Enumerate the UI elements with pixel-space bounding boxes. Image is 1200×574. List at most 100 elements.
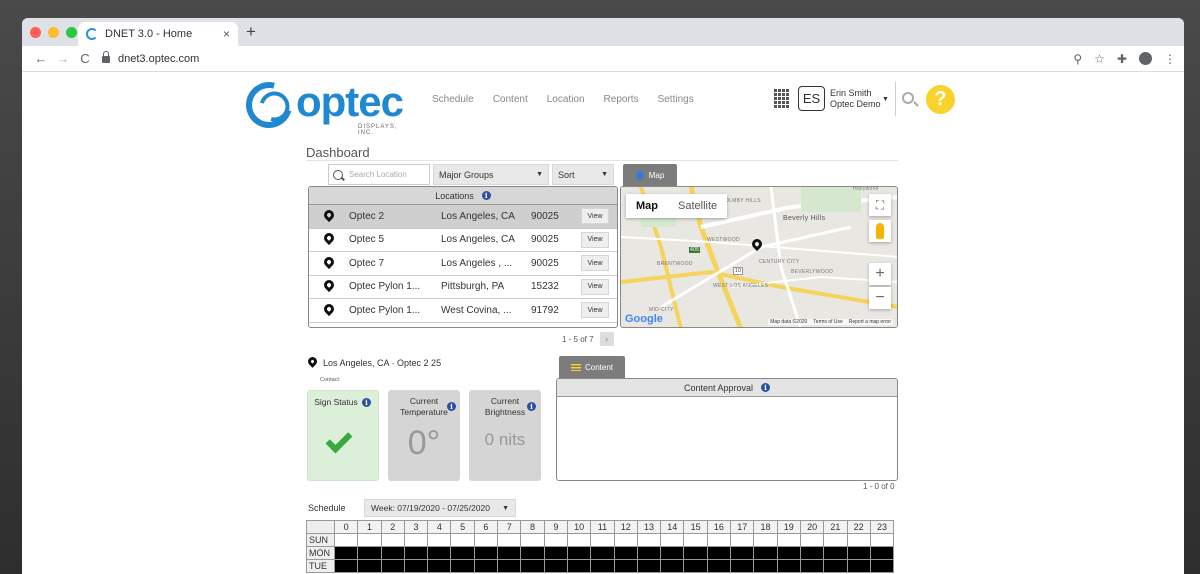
schedule-cell[interactable]	[869, 546, 895, 560]
schedule-cell[interactable]	[706, 546, 732, 560]
view-button[interactable]: View	[581, 278, 609, 295]
schedule-cell[interactable]	[357, 546, 382, 560]
search-location-input[interactable]: Search Location	[328, 164, 430, 185]
tab-content[interactable]: Content	[559, 356, 625, 378]
schedule-cell[interactable]	[823, 559, 848, 573]
schedule-cell[interactable]	[683, 546, 708, 560]
schedule-cell[interactable]	[497, 533, 522, 547]
schedule-cell[interactable]	[566, 546, 592, 560]
schedule-cell[interactable]	[636, 533, 662, 547]
caret-down-icon[interactable]: ▼	[882, 96, 889, 103]
schedule-cell[interactable]	[590, 559, 615, 573]
nav-content[interactable]: Content	[493, 94, 528, 105]
schedule-cell[interactable]	[357, 533, 382, 547]
schedule-cell[interactable]	[520, 533, 545, 547]
schedule-cell[interactable]	[427, 559, 452, 573]
forward-button[interactable]: →	[52, 51, 74, 66]
schedule-cell[interactable]	[473, 559, 499, 573]
schedule-cell[interactable]	[427, 533, 452, 547]
table-row[interactable]: Optec 7 Los Angeles , ... 90025 View	[309, 252, 617, 276]
schedule-cell[interactable]	[497, 546, 522, 560]
optec-logo[interactable]: optec DISPLAYS, INC.	[237, 73, 406, 137]
schedule-cell[interactable]	[403, 559, 429, 573]
schedule-cell[interactable]	[660, 559, 685, 573]
zoom-in-button[interactable]: +	[869, 263, 891, 285]
schedule-cell[interactable]	[753, 559, 778, 573]
schedule-cell[interactable]	[357, 559, 382, 573]
schedule-cell[interactable]	[473, 546, 499, 560]
schedule-cell[interactable]	[799, 546, 825, 560]
schedule-cell[interactable]	[403, 546, 429, 560]
minimize-window-button[interactable]	[48, 27, 59, 38]
sort-select[interactable]: Sort ▼	[552, 164, 614, 185]
schedule-cell[interactable]	[380, 559, 405, 573]
browser-menu-icon[interactable]: ⋮	[1164, 52, 1176, 66]
view-button[interactable]: View	[581, 231, 609, 248]
nav-location[interactable]: Location	[547, 94, 585, 105]
schedule-cell[interactable]	[846, 546, 871, 560]
new-tab-button[interactable]: +	[246, 22, 256, 42]
info-icon[interactable]: i	[362, 398, 371, 407]
schedule-cell[interactable]	[450, 533, 475, 547]
schedule-cell[interactable]	[543, 533, 568, 547]
schedule-cell[interactable]	[590, 533, 615, 547]
major-groups-select[interactable]: Major Groups ▼	[433, 164, 549, 185]
week-select[interactable]: Week: 07/19/2020 - 07/25/2020 ▼	[364, 499, 516, 517]
info-icon[interactable]: i	[481, 191, 491, 200]
schedule-cell[interactable]	[590, 546, 615, 560]
schedule-cell[interactable]	[427, 546, 452, 560]
view-button[interactable]: View	[581, 302, 609, 319]
map-type-map-button[interactable]: Map	[626, 194, 668, 218]
terms-link[interactable]: Terms of Use	[813, 319, 842, 325]
schedule-cell[interactable]	[776, 559, 801, 573]
schedule-cell[interactable]	[776, 546, 801, 560]
table-row[interactable]: Optec Pylon 1... Pittsburgh, PA 15232 Vi…	[309, 276, 617, 299]
map-type-satellite-button[interactable]: Satellite	[668, 194, 727, 218]
schedule-cell[interactable]	[473, 533, 499, 547]
bookmark-star-icon[interactable]: ☆	[1094, 52, 1105, 66]
schedule-cell[interactable]	[566, 533, 592, 547]
schedule-cell[interactable]	[566, 559, 592, 573]
search-icon[interactable]	[902, 92, 914, 104]
view-button[interactable]: View	[581, 208, 609, 225]
street-view-control[interactable]	[869, 220, 891, 242]
schedule-cell[interactable]	[753, 533, 778, 547]
pager-next-button[interactable]: ›	[599, 332, 614, 346]
schedule-cell[interactable]	[613, 533, 638, 547]
back-button[interactable]: ←	[30, 51, 52, 66]
nav-reports[interactable]: Reports	[604, 94, 639, 105]
maximize-window-button[interactable]	[66, 27, 77, 38]
schedule-cell[interactable]	[823, 533, 848, 547]
info-icon[interactable]: i	[527, 402, 536, 411]
zoom-icon[interactable]: ⚲	[1073, 52, 1082, 66]
schedule-cell[interactable]	[846, 533, 871, 547]
schedule-cell[interactable]	[730, 559, 755, 573]
schedule-cell[interactable]	[380, 546, 405, 560]
browser-tab-active[interactable]: DNET 3.0 - Home ×	[78, 22, 238, 46]
schedule-cell[interactable]	[683, 559, 708, 573]
schedule-cell[interactable]	[753, 546, 778, 560]
schedule-cell[interactable]	[636, 546, 662, 560]
extensions-icon[interactable]: ✚	[1117, 52, 1127, 66]
schedule-cell[interactable]	[613, 546, 638, 560]
schedule-cell[interactable]	[869, 559, 895, 573]
schedule-cell[interactable]	[380, 533, 405, 547]
schedule-cell[interactable]	[683, 533, 708, 547]
zoom-out-button[interactable]: −	[869, 287, 891, 309]
table-row[interactable]: Optec Pylon 1... West Covina, ... 91792 …	[309, 299, 617, 323]
schedule-cell[interactable]	[333, 533, 359, 547]
schedule-cell[interactable]	[660, 546, 685, 560]
schedule-cell[interactable]	[520, 559, 545, 573]
user-menu[interactable]: Erin Smith Optec Demo	[830, 88, 881, 110]
schedule-cell[interactable]	[706, 533, 732, 547]
schedule-cell[interactable]	[497, 559, 522, 573]
schedule-cell[interactable]	[520, 546, 545, 560]
schedule-cell[interactable]	[403, 533, 429, 547]
schedule-cell[interactable]	[660, 533, 685, 547]
schedule-cell[interactable]	[730, 546, 755, 560]
tab-map[interactable]: Map	[623, 164, 677, 186]
schedule-cell[interactable]	[543, 546, 568, 560]
schedule-cell[interactable]	[869, 533, 895, 547]
info-icon[interactable]: i	[447, 402, 456, 411]
schedule-cell[interactable]	[730, 533, 755, 547]
